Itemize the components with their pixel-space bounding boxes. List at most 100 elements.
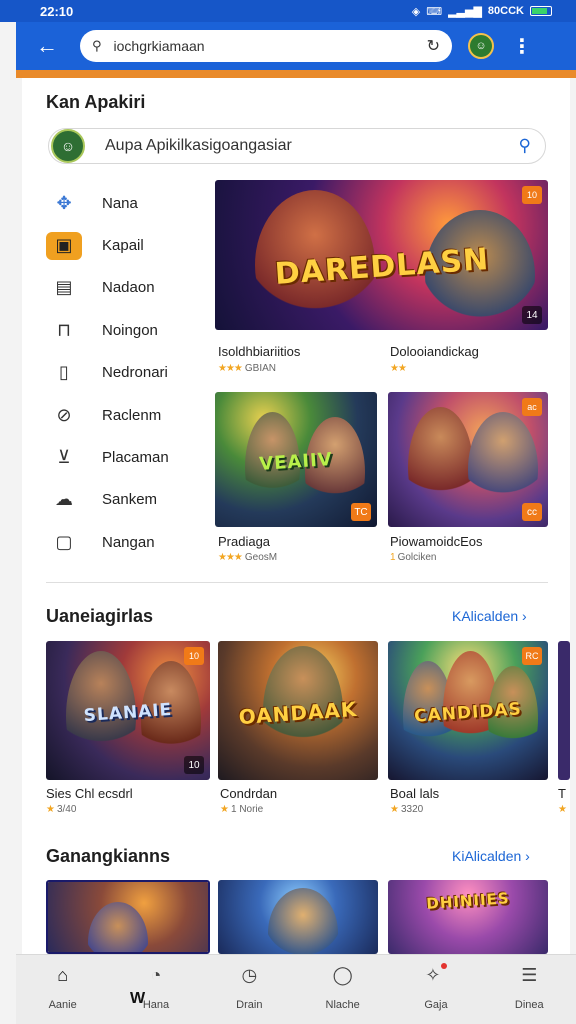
battery-icon (530, 6, 552, 16)
game-rating: ★ 1 Norie (220, 804, 264, 815)
url-bar[interactable]: ⚲ iochgrkiamaan ↻ (80, 30, 452, 62)
sidebar-item-nana[interactable]: ✥ Nana (46, 182, 206, 224)
featured-game-card[interactable]: DAREDLASN 10 14 (215, 180, 548, 330)
age-badge: RC (522, 647, 542, 665)
sidebar-item-nangan[interactable]: ▢ Nangan (46, 521, 206, 563)
sidebar-item-label: Kapail (102, 237, 144, 255)
puzzle-icon: ☁ (55, 489, 73, 510)
star-icon: ★★ (390, 363, 407, 374)
sidebar-item-label: Placaman (102, 449, 169, 467)
battery-label: 80CCK (487, 5, 524, 17)
nav-sub-glyph: W (130, 990, 146, 1007)
game-card[interactable]: OANDAAK (218, 641, 378, 780)
sidebar-item-label: Nedronari (102, 364, 168, 382)
chat-icon: ◔ (150, 965, 162, 985)
reload-icon[interactable]: ↻ (427, 36, 440, 56)
game-title: T (558, 786, 566, 801)
sidebar-item-nadaon[interactable]: ▤ Nadaon (46, 267, 206, 309)
age-badge: TC (351, 503, 371, 521)
game-rating: ★ (558, 804, 569, 815)
shield-icon: ◯ (332, 965, 353, 985)
game-card[interactable] (46, 880, 210, 954)
back-button[interactable]: ← (28, 33, 66, 59)
divider (46, 582, 548, 583)
home-icon: ⌂ (57, 965, 69, 985)
sidebar-item-label: Nadaon (102, 279, 155, 297)
star-icon: ★ (558, 804, 567, 815)
rating-badge: 10 (184, 756, 204, 774)
game-title: Condrdan (220, 786, 278, 801)
chevron-right-icon: › (525, 848, 530, 864)
tablet-icon: ▢ (55, 531, 73, 552)
sidebar-item-nedronari[interactable]: ▯ Nedronari (46, 352, 206, 394)
age-badge: 10 (522, 186, 542, 204)
sidebar-item-label: Sankem (102, 491, 158, 509)
game-card[interactable]: CANDIDAS RC (388, 641, 548, 780)
status-bar: 22:10 ◈ ⌨ ▂▃▅▇ 80CCK (0, 0, 576, 22)
game-rating: ★ 3/40 (46, 804, 77, 815)
document-icon: ▤ (55, 277, 73, 298)
age-badge: 10 (184, 647, 204, 665)
game-card[interactable]: DHINIIES (388, 880, 548, 954)
search-icon: ⚲ (92, 38, 102, 53)
avatar[interactable]: ☺ (51, 129, 85, 163)
notification-dot (440, 963, 447, 969)
featured-rating: ★★★ GBIAN (218, 363, 277, 374)
featured-title: PiowamoidcEos (390, 534, 483, 549)
app-bar: ← ⚲ iochgrkiamaan ↻ ☺ ⋮ (16, 22, 576, 70)
featured-game-card[interactable]: ac cc (388, 392, 548, 527)
featured-title: Pradiaga (218, 534, 271, 549)
game-card-partial[interactable] (558, 641, 570, 780)
sidebar-item-label: Raclenm (102, 406, 162, 424)
nav-games[interactable]: ✧ Gaja (400, 963, 472, 1024)
see-more-link[interactable]: KiAlicalden › (452, 848, 530, 864)
kebab-icon[interactable]: ⋮ (512, 34, 532, 59)
sidebar-item-placaman[interactable]: ⊻ Placaman (46, 436, 206, 478)
section-title: Ganangkianns (46, 846, 171, 866)
sidebar-item-label: Nangan (102, 533, 155, 551)
bottom-nav: ⌂ Aanie ◔ Hana ◷ Drain ◯ Nlache ✧ Gaja ☰… (16, 954, 576, 1024)
star-icon: ★★★ (218, 552, 243, 563)
game-card[interactable]: SLANAIE 10 10 (46, 641, 210, 780)
wifi-icon: ◈ (411, 5, 421, 18)
nav-shield[interactable]: ◯ Nlache (307, 963, 379, 1024)
search-icon[interactable]: ⚲ (519, 136, 531, 156)
signal-icon: ▂▃▅▇ (448, 5, 482, 18)
game-rating: ★ 3320 (390, 804, 424, 815)
main-content: Kan Apakiri ☺ Aupa Apikilkasigoangasiar … (22, 78, 570, 954)
rating-badge: 14 (522, 306, 542, 324)
featured-rating: ★★ (390, 363, 409, 374)
featured-title: Dolooiandickag (390, 344, 479, 359)
profile-avatar[interactable]: ☺ (468, 33, 494, 59)
star-icon: ★ (390, 804, 399, 815)
chevron-right-icon: › (522, 608, 527, 624)
page-title: Kan Apakiri (46, 92, 146, 112)
url-text: iochgrkiamaan (113, 38, 205, 54)
featured-title: Isoldhbiariitios (218, 344, 301, 359)
sidebar-item-kapail[interactable]: ▣ Kapail (46, 224, 206, 266)
game-card[interactable] (218, 880, 378, 954)
sidebar-item-label: Noingon (102, 321, 158, 339)
search-bar[interactable]: ☺ Aupa Apikilkasigoangasiar ⚲ (48, 128, 546, 164)
sidebar-item-sankem[interactable]: ☁ Sankem (46, 479, 206, 521)
rating-badge: cc (522, 503, 542, 521)
nav-home[interactable]: ⌂ Aanie (27, 963, 99, 1024)
nav-menu[interactable]: ☰ Dinea (493, 963, 565, 1024)
nav-clock[interactable]: ◷ Drain (213, 963, 285, 1024)
star-icon: ★ (46, 804, 55, 815)
appbar-accent-stripe (16, 70, 576, 78)
sidebar-item-raclenm[interactable]: ⊘ Raclenm (46, 394, 206, 436)
status-time: 22:10 (40, 3, 74, 19)
sidebar-item-label: Nana (102, 194, 138, 212)
gift-icon: ⊓ (56, 319, 72, 340)
see-more-link[interactable]: KAlicalden › (452, 608, 527, 624)
vibrate-icon: ⌨ (426, 5, 443, 18)
age-badge: ac (522, 398, 542, 416)
file-icon: ▯ (59, 362, 69, 383)
featured-game-card[interactable]: VEAIIV TC (215, 392, 377, 527)
menu-icon: ☰ (521, 965, 538, 985)
sidebar-item-noingon[interactable]: ⊓ Noingon (46, 309, 206, 351)
flag-icon: ⊻ (57, 447, 71, 468)
search-input[interactable]: Aupa Apikilkasigoangasiar (105, 137, 519, 155)
controller-icon: ✥ (56, 192, 72, 213)
